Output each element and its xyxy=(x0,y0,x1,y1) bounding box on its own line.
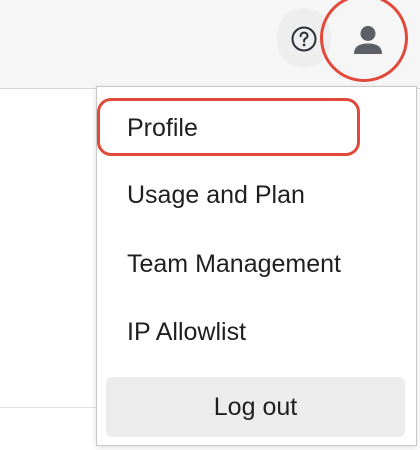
menu-item-team-management[interactable]: Team Management xyxy=(127,249,341,279)
menu-item-profile[interactable]: Profile xyxy=(127,113,198,143)
top-bar xyxy=(0,0,420,89)
question-circle-icon xyxy=(291,26,317,52)
content-divider xyxy=(0,407,96,408)
menu-item-ip-allowlist[interactable]: IP Allowlist xyxy=(127,317,246,347)
account-dropdown-menu: Profile Usage and Plan Team Management I… xyxy=(96,86,417,446)
person-icon xyxy=(354,26,382,54)
menu-item-usage-and-plan[interactable]: Usage and Plan xyxy=(127,180,305,210)
account-menu-button[interactable] xyxy=(322,0,412,86)
logout-button[interactable]: Log out xyxy=(106,377,405,437)
